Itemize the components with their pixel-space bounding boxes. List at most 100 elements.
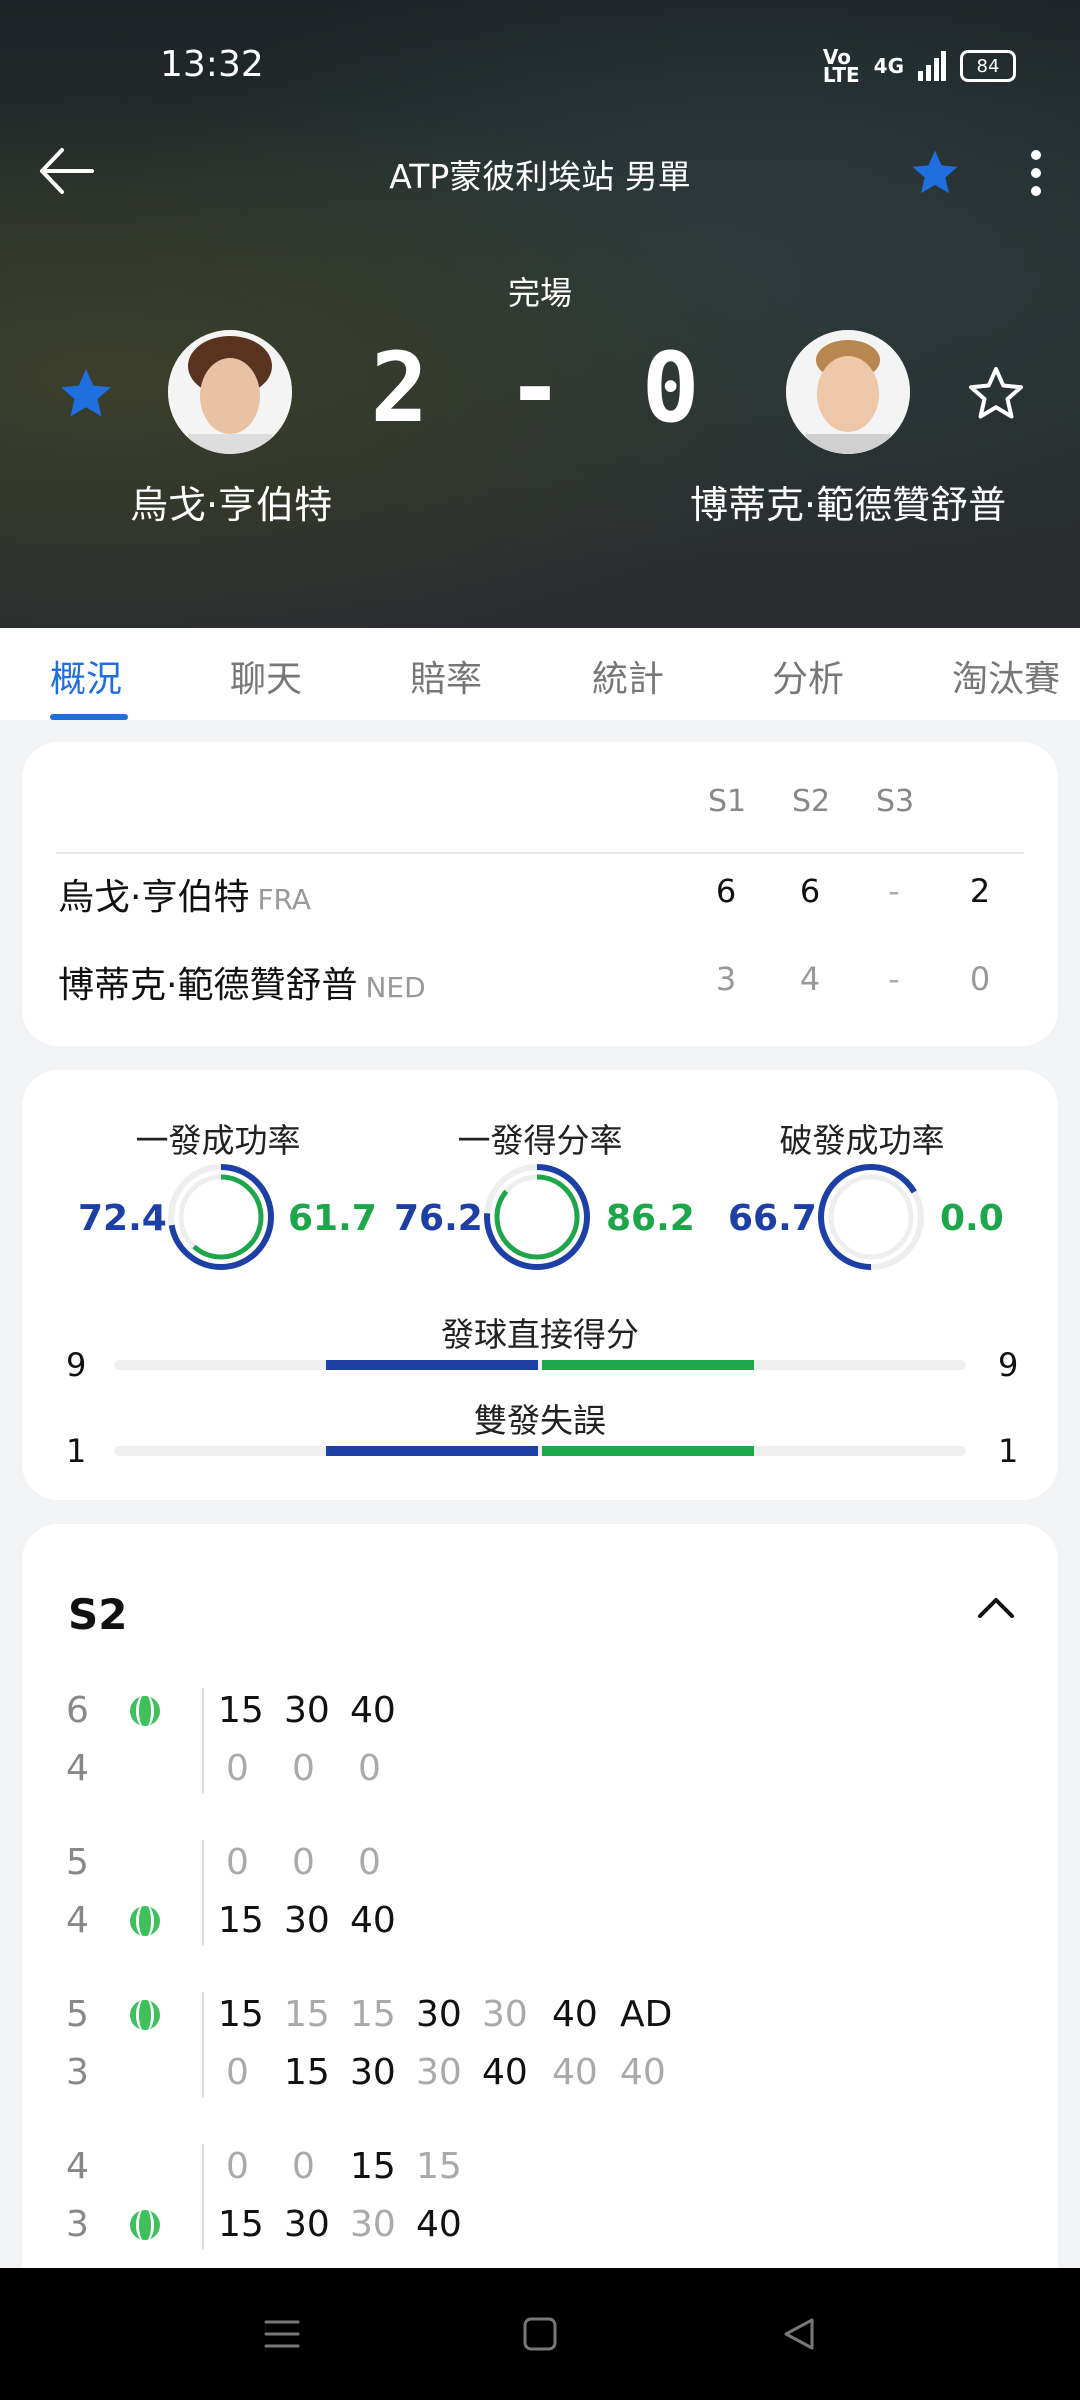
bar-label: 雙發失誤	[474, 1401, 606, 1440]
set-title: S2	[68, 1590, 128, 1639]
player1-favorite-star-icon[interactable]	[56, 364, 116, 424]
system-nav-bar	[0, 2268, 1080, 2400]
scoreboard-row-player2: 博蒂克·範德贊舒普 NED	[58, 956, 426, 1008]
game-count-bottom: 3	[66, 2204, 89, 2245]
match-header: 13:32 VoLTE 4G 84 ATP蒙彼利埃站 男單 完場 2 - 0	[0, 0, 1080, 628]
point: 15	[218, 1900, 264, 1941]
point: 0	[226, 1748, 249, 1789]
set-score: -	[888, 960, 900, 998]
point: AD	[620, 1994, 673, 2035]
stat-label: 一發成功率	[135, 1121, 301, 1160]
volte-icon: Vo LTE	[822, 45, 860, 87]
game-points: 2	[969, 872, 991, 910]
bar-home-fill	[326, 1360, 538, 1370]
set-score: 4	[799, 960, 821, 998]
point: 30	[350, 2204, 396, 2245]
set-score: 3	[715, 960, 737, 998]
point: 0	[226, 2146, 249, 2187]
game-count-top: 4	[66, 2146, 89, 2187]
player2-name[interactable]: 博蒂克·範德贊舒普	[690, 474, 1006, 529]
player2-avatar[interactable]	[786, 330, 910, 454]
tab-analysis[interactable]: 分析	[772, 650, 844, 702]
stat-away-value: 0.0	[940, 1198, 1004, 1239]
tab-knockout[interactable]: 淘汰賽	[952, 650, 1060, 702]
tab-odds[interactable]: 賠率	[410, 650, 482, 702]
game-points: 0	[969, 960, 991, 998]
serve-ball-icon	[130, 1998, 160, 2032]
point: 40	[552, 2052, 598, 2093]
menu-icon[interactable]	[262, 2314, 302, 2354]
stats-card: 一發成功率 72.4 61.7 一發得分率 76.2 86.2 破發成功率 66…	[22, 1070, 1058, 1500]
player1-avatar[interactable]	[168, 330, 292, 454]
point: 0	[292, 2146, 315, 2187]
point: 40	[350, 1900, 396, 1941]
point: 30	[284, 2204, 330, 2245]
match-status: 完場	[507, 274, 572, 312]
set-score: -	[888, 872, 900, 910]
game-count-bottom: 4	[66, 1748, 89, 1789]
bar-track	[114, 1446, 966, 1456]
serve-ball-icon	[130, 2208, 160, 2242]
game-count-bottom: 3	[66, 2052, 89, 2093]
point: 30	[350, 2052, 396, 2093]
game-count-top: 5	[66, 1842, 89, 1883]
game-count-top: 5	[66, 1994, 89, 2035]
stat-ring	[168, 1164, 274, 1270]
match-score: 2 - 0	[370, 332, 710, 444]
game-count-bottom: 4	[66, 1900, 89, 1941]
set-score: 6	[799, 872, 821, 910]
point: 40	[552, 1994, 598, 2035]
point: 30	[416, 1994, 462, 2035]
point: 0	[226, 2052, 249, 2093]
player2-favorite-star-icon[interactable]	[966, 364, 1026, 424]
tab-chat[interactable]: 聊天	[230, 650, 302, 702]
point: 0	[226, 1842, 249, 1883]
divider	[202, 2144, 204, 2250]
home-icon[interactable]	[520, 2314, 560, 2354]
serve-ball-icon	[130, 1694, 160, 1728]
tab-stats[interactable]: 統計	[592, 650, 664, 702]
stat-ring	[818, 1164, 924, 1270]
point: 0	[358, 1842, 381, 1883]
favorite-star-icon[interactable]	[908, 146, 962, 200]
stat-away-value: 61.7	[288, 1198, 377, 1239]
status-time: 13:32	[160, 44, 264, 85]
tab-overview[interactable]: 概況	[50, 650, 122, 702]
stat-label: 破發成功率	[779, 1121, 945, 1160]
stat-home-value: 76.2	[394, 1198, 483, 1239]
tab-bar: 概況 聊天 賠率 統計 分析 淘汰賽	[0, 628, 1080, 720]
stat-away-value: 86.2	[606, 1198, 695, 1239]
stat-home-value: 72.4	[78, 1198, 167, 1239]
row-country: FRA	[257, 883, 312, 916]
point: 40	[416, 2204, 462, 2245]
point: 15	[284, 1994, 330, 2035]
point: 40	[620, 2052, 666, 2093]
battery-icon: 84	[960, 50, 1016, 82]
bar-away-value: 9	[998, 1346, 1019, 1384]
divider	[56, 852, 1024, 854]
signal-icon	[918, 51, 946, 81]
point: 40	[350, 1690, 396, 1731]
set-score: 6	[715, 872, 737, 910]
bar-away-value: 1	[998, 1432, 1019, 1470]
point: 15	[416, 2146, 462, 2187]
point: 15	[218, 1994, 264, 2035]
stat-label: 一發得分率	[457, 1121, 623, 1160]
divider	[202, 1688, 204, 1794]
point: 30	[482, 1994, 528, 2035]
row-player-name: 烏戈·亨伯特	[58, 877, 250, 918]
more-options-icon[interactable]	[1016, 146, 1056, 200]
point: 15	[350, 2146, 396, 2187]
header-s1: S1	[708, 784, 747, 819]
bar-home-value: 9	[66, 1346, 87, 1384]
point: 15	[350, 1994, 396, 2035]
point: 30	[284, 1690, 330, 1731]
point: 0	[292, 1842, 315, 1883]
player1-name[interactable]: 烏戈·亨伯特	[130, 474, 332, 529]
bar-track	[114, 1360, 966, 1370]
point: 15	[218, 2204, 264, 2245]
active-tab-indicator	[50, 714, 128, 720]
status-icons: Vo LTE 4G 84	[822, 45, 1016, 87]
back-icon[interactable]	[778, 2314, 818, 2354]
chevron-up-icon[interactable]	[972, 1588, 1020, 1628]
